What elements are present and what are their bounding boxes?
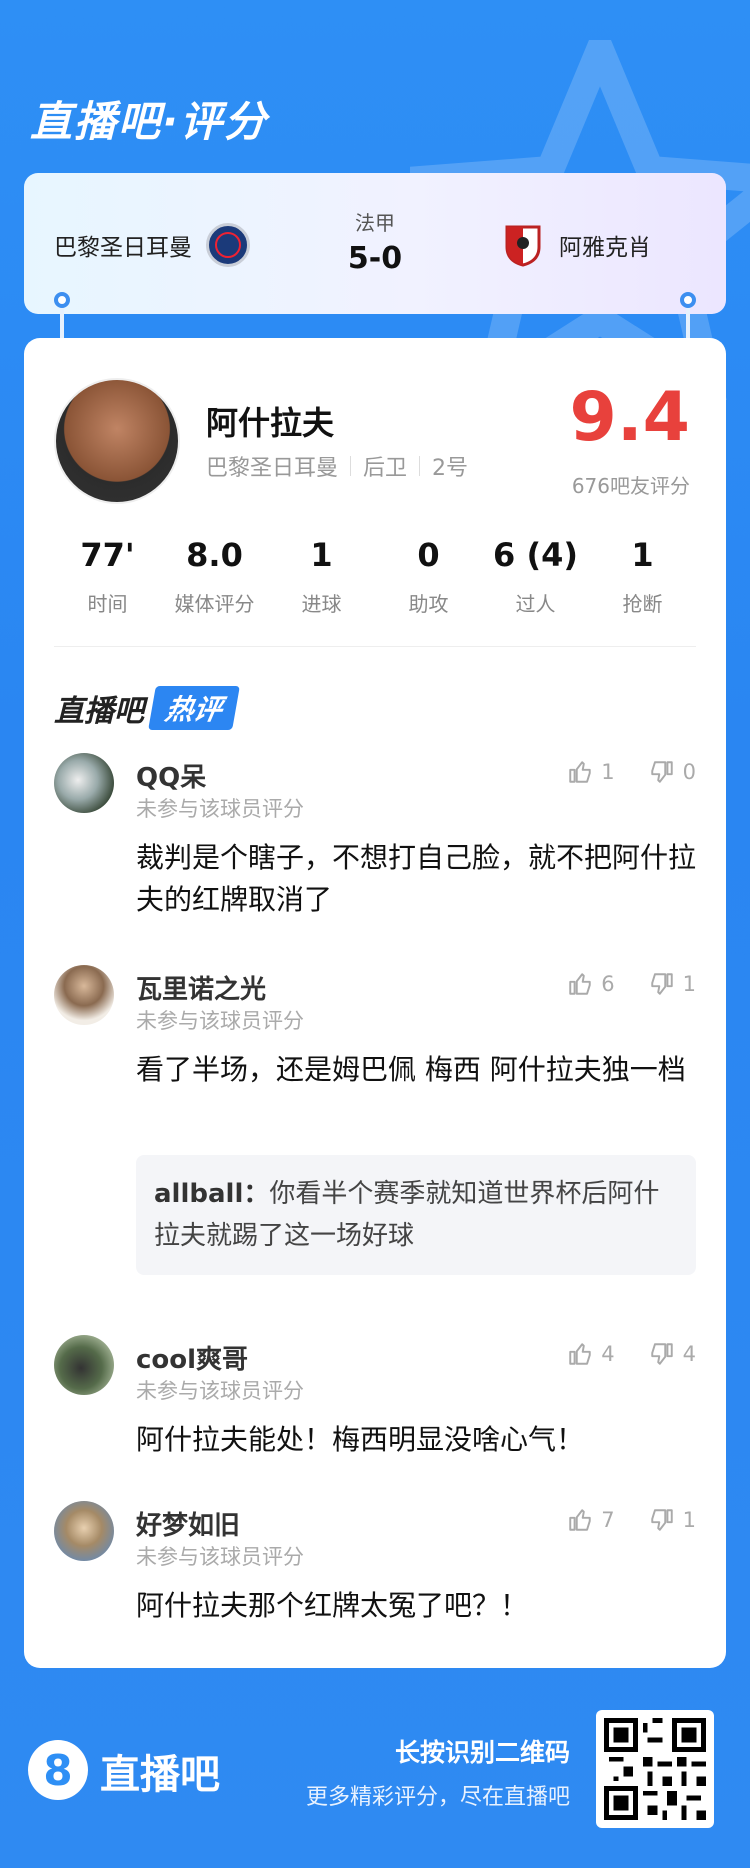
stat-label: 过人 <box>515 592 556 616</box>
thumbs-up-icon <box>569 973 591 995</box>
thumbs-up-icon <box>569 1343 591 1365</box>
thumbs-down-icon <box>650 1343 673 1365</box>
reply-box[interactable]: allball：你看半个赛季就知道世界杯后阿什拉夫就踢了这一场好球 <box>136 1155 696 1275</box>
hot-title-brand: 直播吧 <box>54 694 144 729</box>
comment-item: 瓦里诺之光 未参与该球员评分 6 1 看了半场，还是姆巴佩 梅西 阿什拉夫独一档… <box>54 965 696 1275</box>
connector-dot <box>680 292 696 308</box>
stat-assists: 0 助攻 <box>375 536 482 617</box>
like-button[interactable]: 6 <box>567 971 615 997</box>
comment-item: QQ呆 未参与该球员评分 1 0 裁判是个瞎子，不想打自己脸，就不把阿什拉夫的红… <box>54 753 696 916</box>
away-team: 阿雅克肖 <box>501 223 651 267</box>
footer-logo-text: 直播吧 <box>100 1752 220 1798</box>
dislike-count: 1 <box>682 972 696 996</box>
player-number: 2号 <box>432 456 469 481</box>
stat-tackles: 1 抢断 <box>589 536 696 617</box>
player-avatar <box>54 378 180 504</box>
like-count: 1 <box>601 760 615 784</box>
ajaccio-badge-icon <box>501 223 545 267</box>
dislike-button[interactable]: 0 <box>649 759 696 785</box>
stat-time: 77' 时间 <box>54 536 161 617</box>
away-team-name: 阿雅克肖 <box>559 235 651 261</box>
user-avatar[interactable] <box>54 1335 114 1395</box>
stat-media-rating: 8.0 媒体评分 <box>161 536 268 617</box>
dislike-count: 4 <box>682 1342 696 1366</box>
footer-slogan: 更多精彩评分，尽在直播吧 <box>305 1785 570 1810</box>
thumbs-down-icon <box>650 973 673 995</box>
user-avatar[interactable] <box>54 965 114 1025</box>
stat-label: 助攻 <box>408 592 449 616</box>
comment-subtitle: 未参与该球员评分 <box>136 1379 304 1403</box>
connector-dot <box>54 292 70 308</box>
stats-row: 77' 时间 8.0 媒体评分 1 进球 0 助攻 6 (4) 过人 1 抢断 <box>54 536 696 617</box>
comment-item: 好梦如旧 未参与该球员评分 7 1 阿什拉夫那个红牌太冤了吧？！ <box>54 1501 696 1631</box>
comment-username[interactable]: QQ呆 <box>136 757 206 794</box>
user-avatar[interactable] <box>54 753 114 813</box>
dislike-button[interactable]: 1 <box>649 1507 696 1533</box>
comment-text: 裁判是个瞎子，不想打自己脸，就不把阿什拉夫的红牌取消了 <box>136 841 697 916</box>
qr-code-icon[interactable] <box>596 1710 714 1828</box>
like-button[interactable]: 4 <box>567 1341 615 1367</box>
meta-separator <box>350 456 352 476</box>
dislike-count: 0 <box>682 760 696 784</box>
like-count: 4 <box>601 1342 615 1366</box>
thumbs-down-icon <box>650 761 673 783</box>
zhibo8-logo-icon: 8 <box>28 1740 88 1800</box>
stat-label: 时间 <box>87 592 128 616</box>
stat-goals: 1 进球 <box>268 536 375 617</box>
stat-label: 媒体评分 <box>174 592 255 616</box>
comment-votes: 1 0 <box>567 759 696 785</box>
reply-username: allball： <box>154 1179 270 1209</box>
like-button[interactable]: 1 <box>567 759 615 785</box>
brand-title: 直播吧·评分 <box>30 97 268 146</box>
like-count: 7 <box>601 1508 615 1532</box>
dislike-count: 1 <box>682 1508 696 1532</box>
stat-label: 抢断 <box>622 592 663 616</box>
dislike-button[interactable]: 1 <box>649 971 696 997</box>
comment-subtitle: 未参与该球员评分 <box>136 1009 304 1033</box>
player-team: 巴黎圣日耳曼 <box>206 456 339 481</box>
thumbs-up-icon <box>569 1509 591 1531</box>
comment-username[interactable]: cool爽哥 <box>136 1339 248 1376</box>
comment-username[interactable]: 好梦如旧 <box>136 1505 240 1542</box>
hot-comments-title: 直播吧 热评 <box>54 686 240 730</box>
comment-votes: 4 4 <box>567 1341 696 1367</box>
stat-value: 6 (4) <box>493 536 578 574</box>
hot-title-tag: 热评 <box>148 686 240 730</box>
stat-label: 进球 <box>301 592 342 616</box>
stat-value: 0 <box>417 536 440 574</box>
meta-separator <box>419 456 421 476</box>
rating-count: 676吧友评分 <box>571 474 690 498</box>
comment-subtitle: 未参与该球员评分 <box>136 1545 304 1569</box>
stat-value: 77' <box>80 536 135 574</box>
player-rating: 9.4 <box>569 378 690 457</box>
player-name: 阿什拉夫 <box>206 404 335 442</box>
comment-subtitle: 未参与该球员评分 <box>136 797 304 821</box>
comment-username[interactable]: 瓦里诺之光 <box>136 969 266 1006</box>
dislike-button[interactable]: 4 <box>649 1341 696 1367</box>
comment-text: 阿什拉夫那个红牌太冤了吧？！ <box>136 1589 529 1622</box>
thumbs-up-icon <box>569 761 591 783</box>
comment-item: cool爽哥 未参与该球员评分 4 4 阿什拉夫能处！梅西明显没啥心气！ <box>54 1335 696 1465</box>
match-card: 巴黎圣日耳曼 法甲 5-0 阿雅克肖 <box>24 173 726 314</box>
stat-value: 8.0 <box>186 536 243 574</box>
user-avatar[interactable] <box>54 1501 114 1561</box>
comment-votes: 6 1 <box>567 971 696 997</box>
footer-qr-hint: 长按识别二维码 <box>394 1738 570 1767</box>
stat-dribbles: 6 (4) 过人 <box>482 536 589 617</box>
player-rating-card: 阿什拉夫 巴黎圣日耳曼 后卫 2号 9.4 676吧友评分 77' 时间 8.0… <box>24 338 726 1668</box>
like-count: 6 <box>601 972 615 996</box>
comment-text: 阿什拉夫能处！梅西明显没啥心气！ <box>136 1423 585 1456</box>
comment-text: 看了半场，还是姆巴佩 梅西 阿什拉夫独一档 <box>136 1053 686 1086</box>
player-position: 后卫 <box>363 456 408 481</box>
thumbs-down-icon <box>650 1509 673 1531</box>
stat-value: 1 <box>310 536 333 574</box>
divider <box>54 646 696 647</box>
stat-value: 1 <box>631 536 654 574</box>
comment-votes: 7 1 <box>567 1507 696 1533</box>
player-meta: 巴黎圣日耳曼 后卫 2号 <box>206 450 468 482</box>
like-button[interactable]: 7 <box>567 1507 615 1533</box>
